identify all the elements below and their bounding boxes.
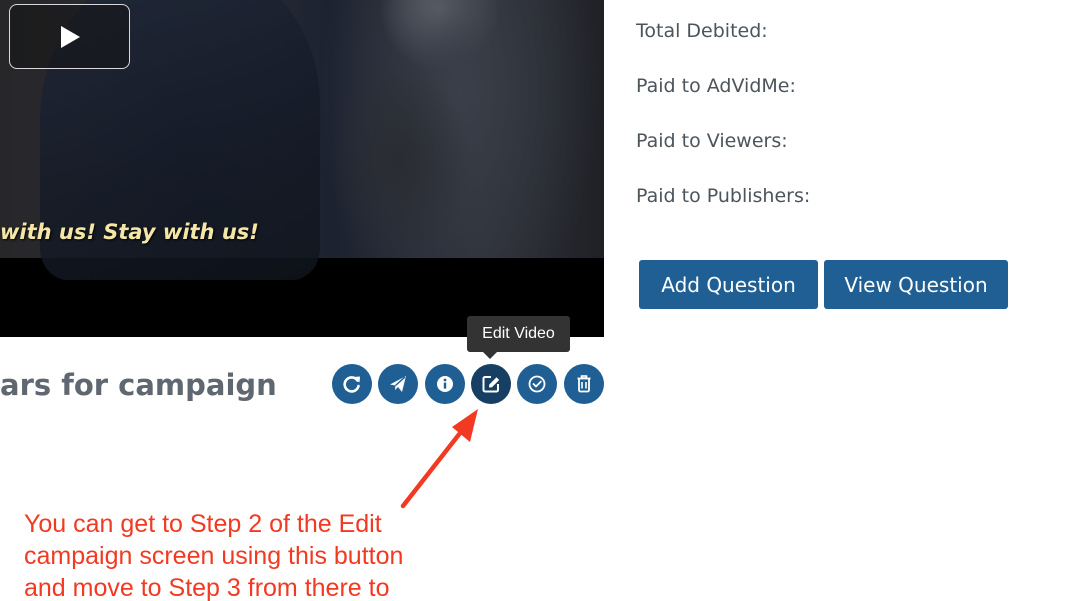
campaign-title: ars for campaign xyxy=(0,368,277,402)
video-subtitle: with us! Stay with us! xyxy=(0,220,259,244)
check-circle-icon xyxy=(528,375,546,393)
add-question-button[interactable]: Add Question xyxy=(639,260,818,309)
play-button[interactable] xyxy=(9,4,130,69)
publish-button[interactable] xyxy=(378,364,418,404)
annotation-line-1: You can get to Step 2 of the Edit xyxy=(24,510,382,538)
refresh-button[interactable] xyxy=(332,364,372,404)
paper-plane-icon xyxy=(390,376,406,392)
paid-to-viewers-label: Paid to Viewers: xyxy=(636,130,788,152)
refresh-icon xyxy=(343,376,360,393)
play-icon xyxy=(60,25,80,48)
paid-to-advidme-label: Paid to AdVidMe: xyxy=(636,75,796,97)
total-debited-label: Total Debited: xyxy=(636,20,768,42)
edit-icon xyxy=(482,376,500,393)
trash-icon xyxy=(577,375,591,393)
delete-button[interactable] xyxy=(564,364,604,404)
info-button[interactable] xyxy=(425,364,465,404)
video-background-shape xyxy=(330,60,470,260)
video-player[interactable]: with us! Stay with us! xyxy=(0,0,604,337)
view-question-button[interactable]: View Question xyxy=(824,260,1008,309)
tooltip-arrow xyxy=(483,352,497,359)
annotation-line-3: and move to Step 3 from there to xyxy=(24,574,390,601)
annotation-note: You can get to Step 2 of the Edit campai… xyxy=(24,508,403,601)
edit-video-button[interactable] xyxy=(471,364,511,404)
info-icon xyxy=(437,376,453,392)
annotation-line-2: campaign screen using this button xyxy=(24,542,404,570)
approve-button[interactable] xyxy=(517,364,557,404)
edit-video-tooltip: Edit Video xyxy=(467,316,570,352)
paid-to-publishers-label: Paid to Publishers: xyxy=(636,185,811,207)
